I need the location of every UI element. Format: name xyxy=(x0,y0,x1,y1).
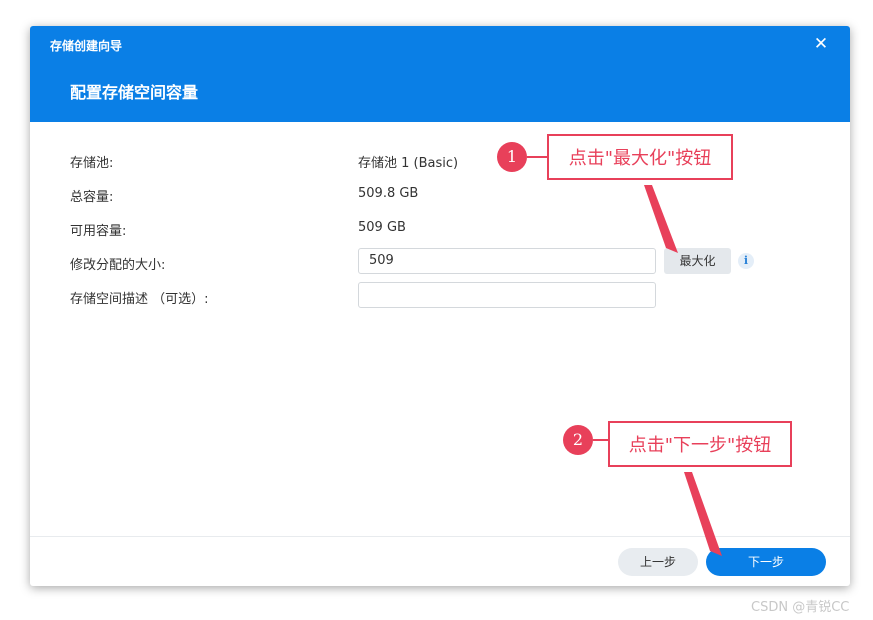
prev-button[interactable]: 上一步 xyxy=(618,548,698,576)
description-label: 存储空间描述 （可选）: xyxy=(70,292,209,307)
next-button[interactable]: 下一步 xyxy=(706,548,826,576)
annotation-2-connector xyxy=(593,439,609,441)
allocated-size-label: 修改分配的大小: xyxy=(70,258,166,273)
pool-label: 存储池: xyxy=(70,156,114,171)
annotation-1-connector xyxy=(527,156,548,158)
total-capacity-label: 总容量: xyxy=(70,190,114,205)
maximize-button[interactable]: 最大化 xyxy=(664,248,731,274)
storage-wizard-dialog: 存储创建向导 ✕ 配置存储空间容量 存储池: 存储池 1 (Basic) 总容量… xyxy=(30,26,850,586)
step-title: 配置存储空间容量 xyxy=(70,83,199,102)
allocated-size-input[interactable]: 509 xyxy=(358,248,656,274)
total-capacity-value: 509.8 GB xyxy=(358,186,419,201)
info-icon[interactable]: i xyxy=(738,253,754,269)
annotation-1-callout: 点击"最大化"按钮 xyxy=(547,134,733,180)
dialog-title: 存储创建向导 xyxy=(50,39,123,53)
annotation-1-badge: 1 xyxy=(497,142,527,172)
available-capacity-value: 509 GB xyxy=(358,220,406,235)
annotation-2-callout: 点击"下一步"按钮 xyxy=(608,421,792,467)
pool-value: 存储池 1 (Basic) xyxy=(358,156,459,171)
close-icon[interactable]: ✕ xyxy=(812,35,830,53)
available-capacity-label: 可用容量: xyxy=(70,224,127,239)
watermark: CSDN @青锐CC xyxy=(751,600,850,615)
footer-divider xyxy=(30,536,850,537)
annotation-2-badge: 2 xyxy=(563,425,593,455)
description-input[interactable] xyxy=(358,282,656,308)
dialog-header: 存储创建向导 ✕ 配置存储空间容量 xyxy=(30,26,850,122)
